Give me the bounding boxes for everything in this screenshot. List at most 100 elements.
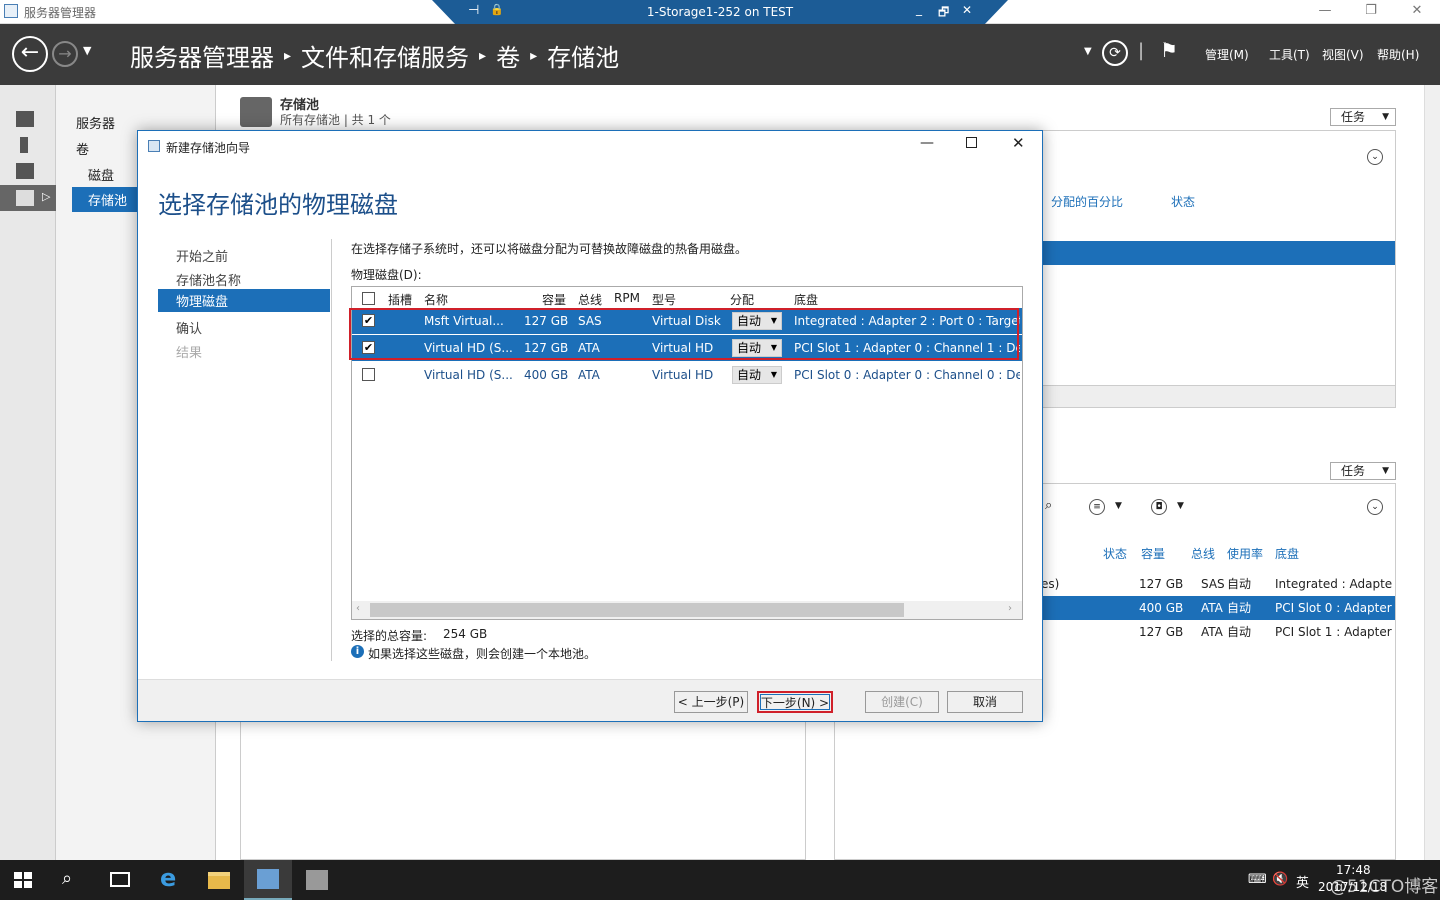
col-capacity[interactable]: 容量	[1141, 545, 1165, 562]
remote-minimize-button[interactable]: _	[916, 2, 922, 16]
flag-icon[interactable]: ⚑	[1160, 38, 1178, 62]
col-rpm[interactable]: RPM	[614, 291, 640, 305]
refresh-icon[interactable]: ⟳	[1102, 40, 1128, 66]
network-icon[interactable]: ⌨	[1248, 872, 1267, 887]
step-confirm[interactable]: 确认	[158, 316, 330, 339]
powershell-icon[interactable]	[306, 870, 328, 890]
breadcrumb-separator-icon: ▸	[284, 47, 292, 64]
tasks-label: 任务	[1341, 110, 1366, 124]
next-button[interactable]: 下一步(N) >	[757, 691, 833, 713]
step-before-you-begin[interactable]: 开始之前	[158, 244, 330, 267]
collapse-icon[interactable]: ⌄	[1367, 499, 1383, 515]
remote-restore-button[interactable]: 🗗	[938, 3, 949, 24]
dialog-minimize-button[interactable]: —	[920, 135, 934, 151]
disk-chassis: PCI Slot 0 : Adapter 0	[1275, 601, 1393, 615]
search-icon[interactable]: ⌕	[1045, 498, 1061, 514]
task-view-icon[interactable]	[110, 872, 130, 887]
col-chassis[interactable]: 底盘	[1275, 545, 1299, 562]
ime-indicator[interactable]: 英	[1296, 872, 1309, 891]
total-capacity-value: 254 GB	[443, 627, 488, 641]
intro-text: 在选择存储子系统时，还可以将磁盘分配为可替换故障磁盘的热备用磁盘。	[351, 242, 748, 256]
disk-usage: 自动	[1227, 625, 1252, 639]
pools-tasks-button[interactable]: 任务 ▼	[1330, 108, 1396, 126]
file-storage-nav[interactable]: ▷	[0, 185, 56, 211]
main-vscroll[interactable]	[1424, 85, 1440, 860]
col-model[interactable]: 型号	[652, 291, 676, 308]
previous-button[interactable]: < 上一步(P)	[674, 691, 748, 713]
menu-view[interactable]: 视图(V)	[1322, 46, 1364, 63]
dashboard-icon[interactable]	[16, 111, 34, 127]
disk-chassis: PCI Slot 1 : Adapter 0	[1275, 625, 1393, 639]
col-status[interactable]: 状态	[1103, 545, 1127, 562]
list-options-icon[interactable]: ≡	[1089, 499, 1105, 515]
col-name[interactable]: 名称	[424, 291, 448, 308]
col-status[interactable]: 状态	[1171, 193, 1195, 210]
dialog-close-button[interactable]: ✕	[1012, 134, 1025, 152]
all-servers-icon[interactable]	[16, 163, 34, 179]
disk-name: Virtual HD (S...	[424, 368, 513, 382]
col-usage[interactable]: 使用率	[1227, 545, 1263, 562]
cancel-button[interactable]: 取消	[947, 691, 1023, 713]
subnav-item-servers[interactable]: 服务器	[76, 113, 115, 132]
disk-usage: 自动	[1227, 577, 1252, 591]
col-capacity[interactable]: 容量	[542, 291, 566, 308]
scroll-right-icon[interactable]: ›	[1008, 603, 1012, 614]
step-physical-disks[interactable]: 物理磁盘	[158, 289, 330, 312]
collapse-icon[interactable]: ⌄	[1367, 149, 1383, 165]
breadcrumb-item[interactable]: 服务器管理器	[130, 38, 274, 73]
maximize-button[interactable]: ❐	[1348, 0, 1394, 24]
col-chassis[interactable]: 底盘	[794, 291, 818, 308]
col-bus[interactable]: 总线	[1191, 545, 1215, 562]
divider: |	[1138, 40, 1145, 61]
col-allocated-percent[interactable]: 分配的百分比	[1051, 193, 1123, 210]
breadcrumb-item[interactable]: 文件和存储服务	[301, 38, 469, 73]
remote-connection-bar: ⊣ 🔒 1-Storage1-252 on TEST _ 🗗 ✕	[432, 0, 1008, 24]
left-icon-bar: ▷	[0, 85, 56, 860]
back-arrow-icon[interactable]: ←	[12, 36, 48, 72]
dialog-maximize-button[interactable]	[966, 137, 977, 148]
chevron-down-icon[interactable]: ▼	[1115, 501, 1122, 511]
menu-manage[interactable]: 管理(M)	[1205, 46, 1249, 63]
server-manager-taskbar-button[interactable]	[244, 860, 292, 900]
disk-checkbox[interactable]	[362, 368, 375, 381]
allocation-dropdown[interactable]: 自动 ▼	[732, 366, 782, 384]
disks-tasks-button[interactable]: 任务 ▼	[1330, 462, 1396, 480]
step-pool-name[interactable]: 存储池名称	[158, 268, 330, 291]
minimize-button[interactable]: —	[1302, 0, 1348, 24]
forward-arrow-icon[interactable]: →	[52, 41, 78, 67]
chevron-down-icon[interactable]: ▼	[1177, 501, 1184, 511]
dropdown-icon[interactable]: ▼	[1084, 46, 1092, 57]
dialog-title: 新建存储池向导	[166, 141, 251, 155]
disk-model: Virtual HD	[652, 368, 714, 382]
col-allocation[interactable]: 分配	[730, 291, 754, 308]
server-manager-header: ← → ▼ 服务器管理器 ▸ 文件和存储服务 ▸ 卷 ▸ 存储池 ▼ ⟳ | ⚑ 管理…	[0, 24, 1440, 85]
select-all-checkbox[interactable]	[362, 292, 375, 305]
scroll-left-icon[interactable]: ‹	[356, 603, 360, 614]
wizard-icon	[148, 140, 160, 152]
start-windows-icon[interactable]	[14, 872, 32, 888]
col-slot[interactable]: 插槽	[388, 291, 412, 308]
col-bus[interactable]: 总线	[578, 291, 602, 308]
subnav-item-volumes[interactable]: 卷	[76, 139, 89, 158]
chevron-down-icon[interactable]: ▼	[83, 44, 91, 57]
subnav-item-disks[interactable]: 磁盘	[88, 165, 114, 184]
volume-muted-icon[interactable]: 🔇	[1272, 872, 1288, 887]
remote-close-button[interactable]: ✕	[962, 3, 972, 17]
disk-bus: ATA	[1201, 625, 1223, 639]
menu-tools[interactable]: 工具(T)	[1269, 46, 1310, 63]
watermark: @51CTO博客	[1330, 877, 1439, 897]
file-explorer-icon[interactable]	[208, 872, 230, 889]
grid-hscroll[interactable]: ‹ ›	[352, 601, 1022, 619]
disk-row-3[interactable]: Virtual HD (S... 400 GB ATA Virtual HD 自…	[352, 362, 1022, 388]
allocation-value: 自动	[737, 368, 762, 382]
breadcrumb-item[interactable]: 卷	[496, 38, 520, 73]
close-button[interactable]: ✕	[1394, 0, 1440, 24]
disk-bus: ATA	[1201, 601, 1223, 615]
local-server-icon[interactable]	[20, 137, 28, 153]
search-icon[interactable]: ⌕	[62, 868, 72, 889]
scroll-thumb[interactable]	[370, 603, 904, 617]
internet-explorer-icon[interactable]: e	[160, 864, 176, 892]
dropdown-icon: ▼	[1382, 466, 1389, 476]
save-query-icon[interactable]: ◘	[1151, 499, 1167, 515]
menu-help[interactable]: 帮助(H)	[1377, 46, 1419, 63]
